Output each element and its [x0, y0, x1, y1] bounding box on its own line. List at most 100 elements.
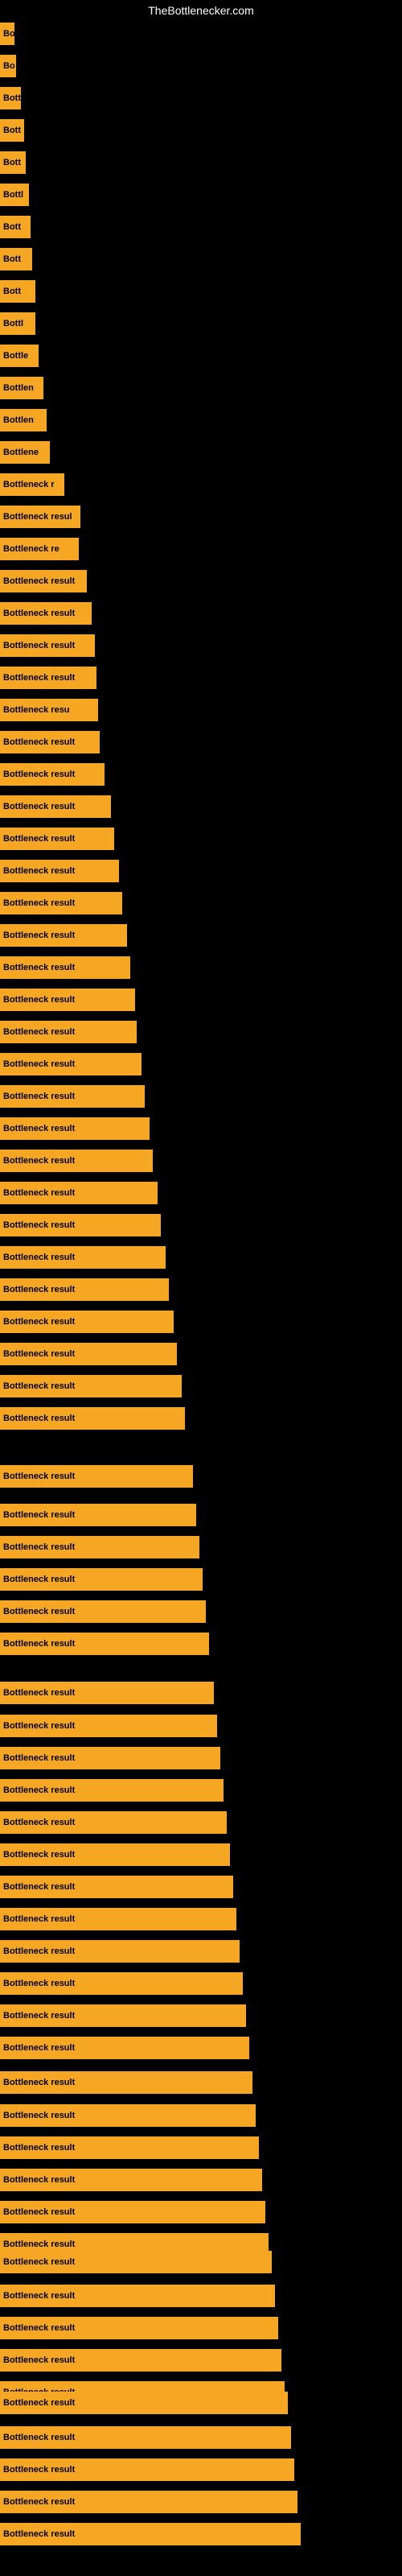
- list-item: Bottleneck result: [0, 1182, 158, 1204]
- bar-label: Bottleneck result: [3, 1414, 75, 1423]
- bar-label: Bottleneck result: [3, 770, 75, 779]
- bar-label: Bottleneck result: [3, 2240, 75, 2249]
- bar-label: Bottleneck result: [3, 2291, 75, 2301]
- list-item: Bottleneck result: [0, 2251, 272, 2273]
- list-item: Bottleneck result: [0, 2037, 249, 2059]
- list-item: Bottleneck result: [0, 860, 119, 882]
- list-item: Bottleneck result: [0, 731, 100, 753]
- bar-label: Bottleneck result: [3, 1220, 75, 1230]
- list-item: Bottleneck result: [0, 1811, 227, 1834]
- bar-label: Bottleneck resu: [3, 705, 70, 715]
- bar-label: Bottleneck result: [3, 1059, 75, 1069]
- list-item: Bottlen: [0, 377, 43, 399]
- list-item: Bottleneck result: [0, 1843, 230, 1866]
- list-item: Bottleneck result: [0, 2317, 278, 2339]
- list-item: Bottleneck result: [0, 1715, 217, 1737]
- list-item: Bottleneck result: [0, 1311, 174, 1333]
- bar-label: Bottleneck result: [3, 2323, 75, 2333]
- list-item: Bottleneck result: [0, 1117, 150, 1140]
- list-item: Bottleneck r: [0, 473, 64, 496]
- bar-label: Bottleneck result: [3, 1688, 75, 1698]
- bar-label: Bottleneck result: [3, 1542, 75, 1552]
- list-item: Bottleneck result: [0, 1343, 177, 1365]
- list-item: Bottleneck resu: [0, 699, 98, 721]
- list-item: Bottleneck result: [0, 2104, 256, 2127]
- bar-label: Bottleneck result: [3, 2398, 75, 2408]
- bar-label: Bottleneck result: [3, 1721, 75, 1731]
- bar-label: Bott: [3, 126, 21, 135]
- list-item: Bottleneck result: [0, 570, 87, 592]
- list-item: Bottlen: [0, 409, 47, 431]
- bar-label: Bottlene: [3, 448, 39, 457]
- list-item: Bottleneck result: [0, 1150, 153, 1172]
- bar-label: Bottleneck result: [3, 1946, 75, 1956]
- list-item: Bottleneck result: [0, 795, 111, 818]
- bar-label: Bottleneck result: [3, 963, 75, 972]
- list-item: Bottleneck result: [0, 1940, 240, 1963]
- bar-label: Bottleneck result: [3, 2111, 75, 2120]
- list-item: Bottlene: [0, 441, 50, 464]
- list-item: Bottleneck result: [0, 1908, 236, 1930]
- list-item: Bottleneck result: [0, 1568, 203, 1591]
- bar-label: Bottleneck result: [3, 866, 75, 876]
- bar-label: Bottleneck result: [3, 2175, 75, 2185]
- bar-label: Bottleneck result: [3, 1285, 75, 1294]
- list-item: Bottleneck resul: [0, 506, 80, 528]
- bar-label: Bottleneck result: [3, 2497, 75, 2507]
- bar-label: Bottleneck result: [3, 1850, 75, 1860]
- list-item: Bottleneck result: [0, 1375, 182, 1397]
- bar-label: Bottleneck result: [3, 1510, 75, 1520]
- list-item: Bottleneck re: [0, 538, 79, 560]
- bar-label: Bottleneck result: [3, 1349, 75, 1359]
- bar-label: Bottleneck result: [3, 2465, 75, 2475]
- list-item: Bottleneck result: [0, 1536, 199, 1558]
- bar-label: Bottleneck re: [3, 544, 59, 554]
- bar-label: Bottleneck result: [3, 898, 75, 908]
- bar-label: Bottleneck result: [3, 1914, 75, 1924]
- site-title: TheBottlenecker.com: [148, 4, 254, 17]
- bar-label: Bottleneck result: [3, 1092, 75, 1101]
- bar-label: Bottleneck result: [3, 2207, 75, 2217]
- bar-label: Bottleneck result: [3, 1639, 75, 1649]
- list-item: Bottleneck result: [0, 1876, 233, 1898]
- bar-label: Bottleneck result: [3, 641, 75, 650]
- bar-label: Bottleneck result: [3, 1785, 75, 1795]
- bar-label: Bottle: [3, 351, 28, 361]
- list-item: Bottleneck result: [0, 1021, 137, 1043]
- list-item: Bott: [0, 280, 35, 303]
- bar-label: Bottleneck result: [3, 1575, 75, 1584]
- bar-label: Bottleneck result: [3, 2529, 75, 2539]
- list-item: Bottleneck result: [0, 1214, 161, 1236]
- list-item: Bottleneck result: [0, 1747, 220, 1769]
- list-item: Bottleneck result: [0, 2392, 288, 2414]
- list-item: Bottleneck result: [0, 1682, 214, 1704]
- bar-label: Bottleneck result: [3, 1317, 75, 1327]
- list-item: Bottl: [0, 312, 35, 335]
- bar-label: Bottlen: [3, 415, 34, 425]
- list-item: Bottleneck result: [0, 892, 122, 914]
- bar-label: Bo: [3, 29, 14, 39]
- list-item: Bottleneck result: [0, 2201, 265, 2223]
- list-item: Bottleneck result: [0, 2349, 281, 2372]
- list-item: Bottleneck result: [0, 989, 135, 1011]
- bar-label: Bottleneck result: [3, 1188, 75, 1198]
- list-item: Bottleneck result: [0, 2071, 252, 2094]
- list-item: Bott: [0, 216, 31, 238]
- bar-label: Bottleneck result: [3, 1027, 75, 1037]
- bar-label: Bottleneck result: [3, 1124, 75, 1133]
- bar-label: Bottleneck result: [3, 1472, 75, 1481]
- list-item: Bottleneck result: [0, 634, 95, 657]
- list-item: Bottleneck result: [0, 2004, 246, 2027]
- bar-label: Bottleneck result: [3, 609, 75, 618]
- list-item: Bottleneck result: [0, 1504, 196, 1526]
- bar-label: Bottleneck result: [3, 834, 75, 844]
- bar-label: Bott: [3, 254, 21, 264]
- bar-label: Bottleneck result: [3, 1979, 75, 1988]
- list-item: Bottleneck result: [0, 1465, 193, 1488]
- bar-label: Bottleneck result: [3, 995, 75, 1005]
- list-item: Bott: [0, 151, 26, 174]
- list-item: Bott: [0, 87, 21, 109]
- list-item: Bottleneck result: [0, 2426, 291, 2449]
- bar-label: Bott: [3, 93, 21, 103]
- bar-label: Bottl: [3, 190, 23, 200]
